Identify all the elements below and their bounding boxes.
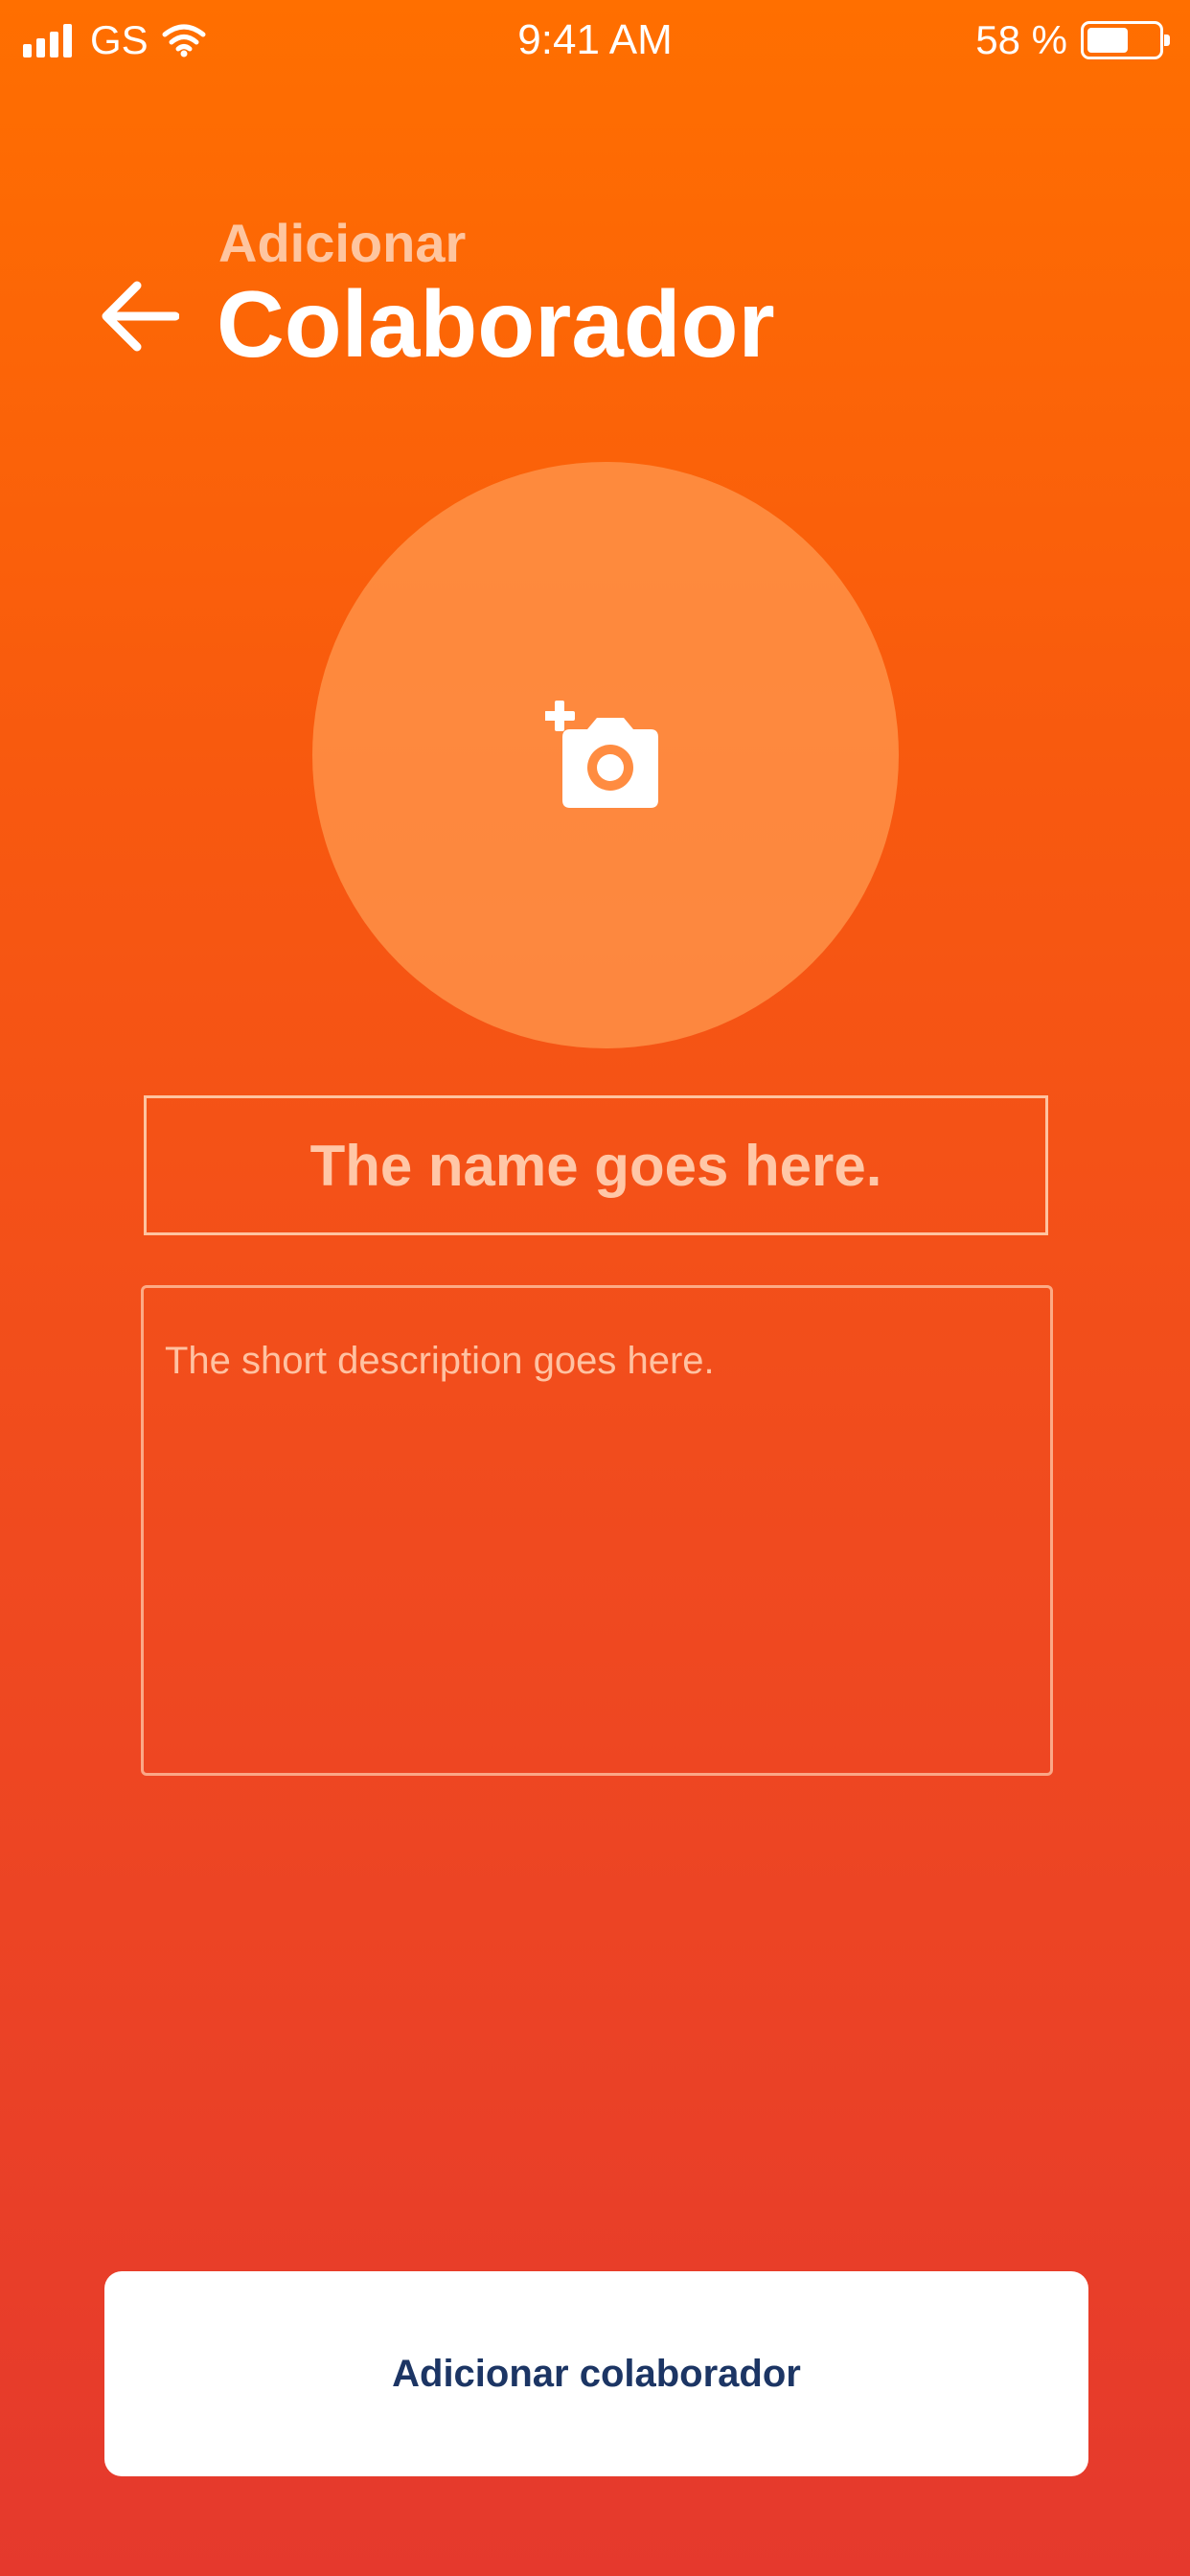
battery-tip	[1164, 34, 1170, 46]
name-input[interactable]	[144, 1095, 1048, 1235]
battery-level-fill	[1087, 28, 1128, 53]
header-subtitle: Adicionar	[218, 213, 467, 273]
add-photo-icon	[545, 701, 658, 808]
add-collaborator-screen: GS 9:41 AM 58 % Adicionar Colaborador Th…	[0, 0, 1190, 2576]
description-textarea[interactable]	[141, 1285, 1053, 1776]
add-collaborator-button[interactable]: Adicionar colaborador	[104, 2271, 1088, 2476]
back-button[interactable]	[96, 273, 182, 359]
battery-icon	[1081, 21, 1170, 59]
avatar-photo-picker[interactable]	[312, 462, 899, 1048]
status-bar: GS 9:41 AM 58 %	[0, 0, 1190, 86]
battery-percentage: 58 %	[975, 17, 1067, 62]
page-title: Colaborador	[217, 271, 775, 377]
status-right: 58 %	[975, 13, 1170, 67]
arrow-left-icon	[102, 281, 179, 352]
